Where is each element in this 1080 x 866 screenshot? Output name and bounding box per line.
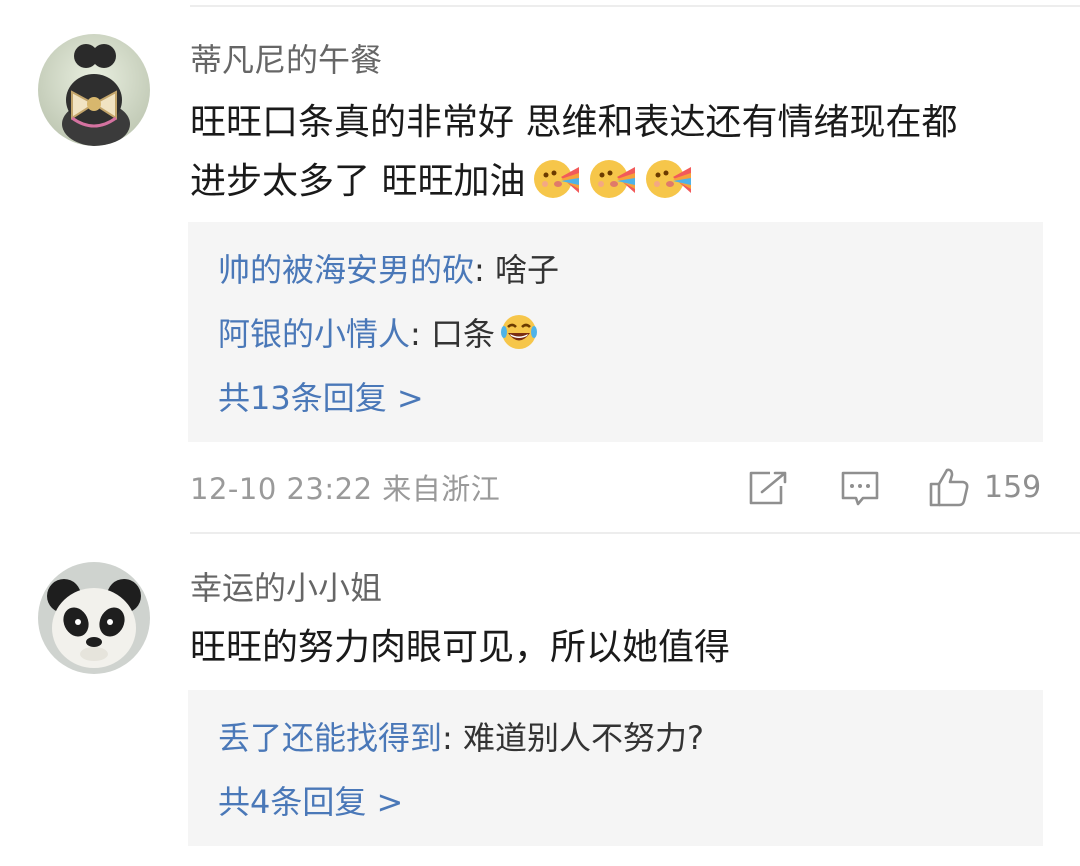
rainbow-kiss-emoji-icon <box>587 153 637 203</box>
avatar[interactable] <box>38 562 150 674</box>
username[interactable]: 蒂凡尼的午餐 <box>190 40 382 80</box>
reply-text: 难道别人不努力? <box>462 719 704 757</box>
avatar[interactable] <box>38 34 150 146</box>
reply-separator: : <box>442 719 463 757</box>
comment-text: 旺旺的努力肉眼可见，所以她值得 <box>190 627 731 668</box>
more-replies-link[interactable]: 共4条回复 > <box>218 780 403 824</box>
reply-separator: : <box>410 315 431 353</box>
reply-item[interactable]: 丢了还能找得到: 难道别人不努力? <box>218 716 704 760</box>
rainbow-kiss-emoji-icon <box>643 153 693 203</box>
laughing-tears-emoji-icon <box>499 312 539 352</box>
reply-box[interactable]: 丢了还能找得到: 难道别人不努力? 共4条回复 > <box>188 690 1043 846</box>
comment-text: 旺旺口条真的非常好 思维和表达还有情绪现在都 <box>190 102 958 143</box>
like-button[interactable]: 159 <box>928 466 1041 508</box>
share-icon <box>749 471 787 505</box>
panda-avatar-image <box>38 562 150 674</box>
timestamp: 12-10 23:22 <box>190 472 373 506</box>
comment-icon <box>841 471 879 506</box>
reply-author[interactable]: 阿银的小情人 <box>218 315 410 353</box>
comment-text-line: 旺旺口条真的非常好 思维和表达还有情绪现在都 <box>190 94 957 152</box>
more-replies-link[interactable]: 共13条回复 > <box>218 376 424 420</box>
reply-author[interactable]: 帅的被海安男的砍 <box>218 251 474 289</box>
username[interactable]: 幸运的小小姐 <box>190 568 382 608</box>
reply-separator: : <box>474 251 495 289</box>
top-divider <box>190 5 1080 7</box>
comment-divider <box>190 532 1080 534</box>
reply-text: 啥子 <box>494 251 559 289</box>
comment-text-line: 旺旺的努力肉眼可见，所以她值得 <box>190 619 730 677</box>
reply-box[interactable]: 帅的被海安男的砍: 啥子 阿银的小情人: 口条 共13条回复 > <box>188 222 1043 442</box>
comment-button[interactable] <box>840 470 880 508</box>
location: 来自浙江 <box>382 472 501 506</box>
reply-item[interactable]: 阿银的小情人: 口条 <box>218 312 539 356</box>
comment-text-line: 进步太多了 旺旺加油 <box>190 153 693 211</box>
reply-item[interactable]: 帅的被海安男的砍: 啥子 <box>218 248 559 292</box>
avatar-image <box>38 34 150 146</box>
reply-text: 口条 <box>430 315 495 353</box>
share-button[interactable] <box>748 470 788 506</box>
rainbow-kiss-emoji-icon <box>531 153 581 203</box>
thumbs-up-icon <box>929 468 969 507</box>
like-count: 159 <box>984 469 1042 505</box>
comment-meta: 12-10 23:22 来自浙江 <box>190 469 500 509</box>
reply-author[interactable]: 丢了还能找得到 <box>218 719 442 757</box>
comment-text: 进步太多了 旺旺加油 <box>190 161 526 202</box>
